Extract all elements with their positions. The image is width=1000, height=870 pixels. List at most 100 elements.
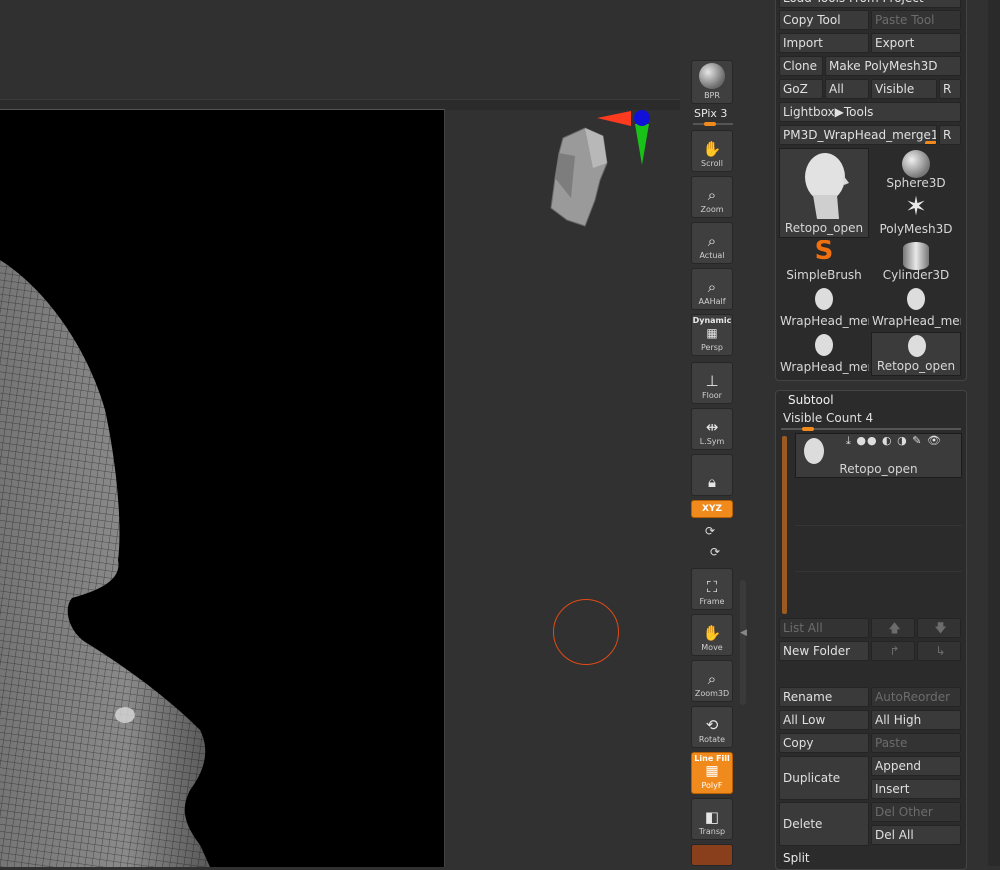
goz-button[interactable]: GoZ xyxy=(779,79,823,99)
goz-r-button[interactable]: R xyxy=(939,79,961,99)
bpr-button[interactable]: BPR xyxy=(691,60,733,104)
move-out-icon[interactable]: ↳ xyxy=(917,641,961,661)
tool-thumb-label: WrapHead_merg xyxy=(780,360,869,374)
delete-button[interactable]: Delete xyxy=(779,802,869,846)
move-label: Move xyxy=(701,643,723,652)
viewport-canvas[interactable] xyxy=(0,109,445,867)
polyframe-grid-icon: ▦ xyxy=(705,763,719,779)
tool-thumb-label: SimpleBrush xyxy=(786,268,862,282)
actual-button[interactable]: ⌕ Actual xyxy=(691,222,733,264)
copy-tool-button[interactable]: Copy Tool xyxy=(779,10,869,30)
copy-button[interactable]: Copy xyxy=(779,733,869,753)
move-down-icon[interactable]: 🡇 xyxy=(917,618,961,638)
zoom-button[interactable]: ⌕ Zoom xyxy=(691,176,733,218)
subtool-item-icons[interactable]: ⤓ ●● ◐ ◑ ✎ 👁︎ xyxy=(846,434,942,448)
tool-thumb-retopo-open-2[interactable]: Retopo_open xyxy=(871,332,961,376)
y-axis-icon[interactable] xyxy=(635,124,649,165)
split-section-label[interactable]: Split xyxy=(783,851,810,865)
simplebrush-icon: S xyxy=(814,240,834,266)
tool-thumb-retopo-open[interactable]: Retopo_open xyxy=(779,148,869,238)
goz-all-button[interactable]: All xyxy=(825,79,869,99)
aahalf-button[interactable]: ⌕ AAHalf xyxy=(691,268,733,310)
list-all-button[interactable]: List All xyxy=(779,618,869,638)
visible-count-slider-knob[interactable] xyxy=(802,427,814,431)
frame-button[interactable]: ⛶ Frame xyxy=(691,568,733,610)
all-low-button[interactable]: All Low xyxy=(779,710,869,730)
transp-button[interactable]: ◧ Transp xyxy=(691,798,733,840)
rotate-y-icon[interactable]: ⟳ xyxy=(705,524,715,538)
current-tool-r-button[interactable]: R xyxy=(939,125,961,145)
xyz-label: XYZ xyxy=(702,504,722,514)
subtool-title[interactable]: Subtool xyxy=(788,393,834,407)
lock-button[interactable]: 🔒︎ xyxy=(691,454,733,496)
actual-label: Actual xyxy=(699,251,725,260)
right-edge-strip xyxy=(988,0,1000,866)
tool-thumb-wraphead-1[interactable]: WrapHead_merg xyxy=(779,286,869,330)
paste-button[interactable]: Paste xyxy=(871,733,961,753)
del-all-button[interactable]: Del All xyxy=(871,825,961,845)
current-tool-slider-knob[interactable] xyxy=(925,141,936,144)
scroll-button[interactable]: ✋ Scroll xyxy=(691,130,733,172)
tool-thumb-wraphead-2[interactable]: WrapHead_merg xyxy=(871,286,961,330)
import-button[interactable]: Import xyxy=(779,33,869,53)
spix-slider-knob[interactable] xyxy=(704,122,716,126)
autoreorder-button[interactable]: AutoReorder xyxy=(871,687,961,707)
paste-tool-button[interactable]: Paste Tool xyxy=(871,10,961,30)
del-other-button[interactable]: Del Other xyxy=(871,802,961,822)
z-axis-icon[interactable] xyxy=(634,110,650,126)
rename-button[interactable]: Rename xyxy=(779,687,869,707)
floor-button[interactable]: ⊥ Floor xyxy=(691,362,733,404)
tool-thumb-cylinder3d[interactable]: Cylinder3D xyxy=(871,240,961,284)
make-polymesh3d-button[interactable]: Make PolyMesh3D xyxy=(825,56,961,76)
goz-visible-button[interactable]: Visible xyxy=(871,79,937,99)
zoom3d-button[interactable]: ⌕ Zoom3D xyxy=(691,660,733,702)
visible-count-label[interactable]: Visible Count 4 xyxy=(783,411,873,425)
move-button[interactable]: ✋ Move xyxy=(691,614,733,656)
lightbox-tools-button[interactable]: Lightbox▶Tools xyxy=(779,102,961,122)
x-axis-icon[interactable] xyxy=(597,111,631,126)
line-fill-label: Line Fill xyxy=(694,754,730,763)
cylinder-icon xyxy=(903,242,929,270)
polyf-button[interactable]: Line Fill ▦ PolyF xyxy=(691,752,733,794)
clone-button[interactable]: Clone xyxy=(779,56,823,76)
collapse-arrow-icon[interactable]: ◀ xyxy=(740,628,747,638)
shelf-scrollbar[interactable] xyxy=(740,580,746,705)
current-tool-slider[interactable]: PM3D_WrapHead_merge1. xyxy=(779,125,937,145)
tool-thumb-label: Retopo_open xyxy=(784,221,864,235)
solo-button[interactable] xyxy=(691,844,733,866)
all-high-button[interactable]: All High xyxy=(871,710,961,730)
tool-thumb-label: PolyMesh3D xyxy=(879,222,953,236)
move-up-icon[interactable]: 🡅 xyxy=(871,618,915,638)
top-area xyxy=(0,0,680,100)
subtool-list-scrollbar[interactable] xyxy=(782,436,787,614)
magnifier-icon: ⌕ xyxy=(707,670,717,688)
move-into-icon[interactable]: ↱ xyxy=(871,641,915,661)
navigation-gizmo[interactable] xyxy=(545,108,655,233)
insert-button[interactable]: Insert xyxy=(871,779,961,799)
rotate-z-icon[interactable]: ⟳ xyxy=(710,545,720,559)
lsym-button[interactable]: ⇹ L.Sym xyxy=(691,408,733,450)
persp-button[interactable]: Dynamic ▦ Persp xyxy=(691,314,733,356)
frame-icon: ⛶ xyxy=(706,578,718,596)
floor-icon: ⊥ xyxy=(705,372,719,390)
new-folder-button[interactable]: New Folder xyxy=(779,641,869,661)
hand-icon: ✋ xyxy=(702,140,722,158)
tool-thumb-simplebrush[interactable]: S SimpleBrush xyxy=(779,240,869,284)
subtool-item-empty[interactable] xyxy=(795,480,962,526)
transparency-icon: ◧ xyxy=(704,808,720,826)
append-button[interactable]: Append xyxy=(871,756,961,776)
load-tools-from-project-button[interactable]: Load Tools From Project xyxy=(779,0,961,8)
xyz-button[interactable]: XYZ xyxy=(691,500,733,518)
subtool-item-empty[interactable] xyxy=(795,572,962,617)
subtool-item-empty[interactable] xyxy=(795,526,962,572)
duplicate-button[interactable]: Duplicate xyxy=(779,756,869,800)
subtool-item-active[interactable]: ⤓ ●● ◐ ◑ ✎ 👁︎ Retopo_open xyxy=(795,433,962,478)
export-button[interactable]: Export xyxy=(871,33,961,53)
tool-thumb-sphere3d[interactable]: Sphere3D xyxy=(871,148,961,192)
magnifier-icon: ⌕ xyxy=(707,278,717,296)
tool-thumb-polymesh3d[interactable]: ✶ PolyMesh3D xyxy=(871,194,961,238)
tool-thumb-wraphead-3[interactable]: WrapHead_merg xyxy=(779,332,869,376)
head-icon xyxy=(907,288,925,310)
lsym-label: L.Sym xyxy=(699,437,725,446)
rotate-button[interactable]: ⟲ Rotate xyxy=(691,706,733,748)
